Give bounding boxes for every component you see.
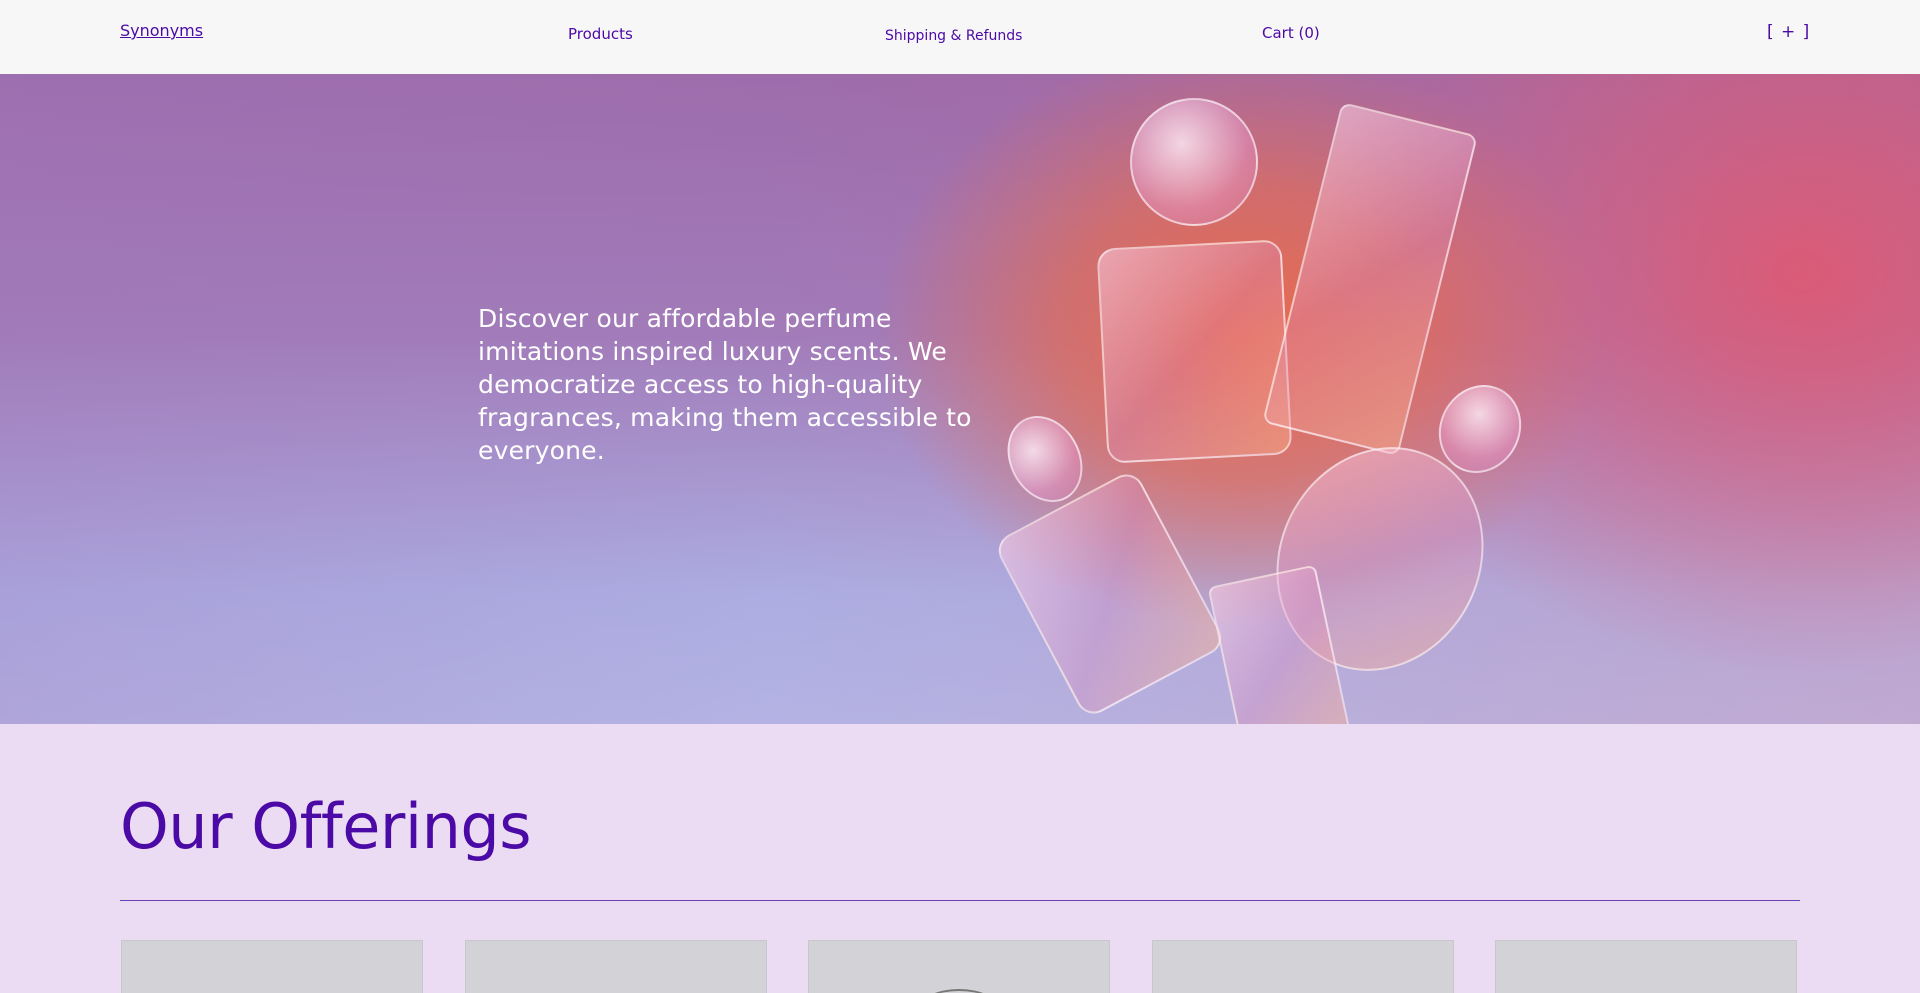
nav-shipping-refunds-link[interactable]: Shipping & Refunds bbox=[885, 28, 1022, 44]
offerings-heading: Our Offerings bbox=[120, 790, 532, 863]
product-card-5[interactable] bbox=[1495, 940, 1797, 993]
product-image-outline bbox=[919, 989, 999, 993]
product-card-4[interactable] bbox=[1152, 940, 1454, 993]
bottle-cap-round bbox=[1130, 98, 1258, 226]
bottle-square bbox=[1096, 239, 1293, 464]
nav-products-link[interactable]: Products bbox=[568, 25, 633, 43]
product-card-3[interactable] bbox=[808, 940, 1110, 993]
site-header: Synonyms Products Shipping & Refunds Car… bbox=[0, 0, 1920, 74]
hero-description: Discover our affordable perfume imitatio… bbox=[478, 304, 972, 465]
nav-cart-link[interactable]: Cart (0) bbox=[1262, 24, 1320, 42]
product-card-1[interactable] bbox=[121, 940, 423, 993]
site-logo-link[interactable]: Synonyms bbox=[120, 21, 203, 40]
menu-toggle-button[interactable]: [ + ] bbox=[1767, 22, 1810, 42]
product-card-2[interactable] bbox=[465, 940, 767, 993]
offerings-divider bbox=[120, 900, 1800, 901]
hero-banner: Discover our affordable perfume imitatio… bbox=[0, 74, 1920, 724]
